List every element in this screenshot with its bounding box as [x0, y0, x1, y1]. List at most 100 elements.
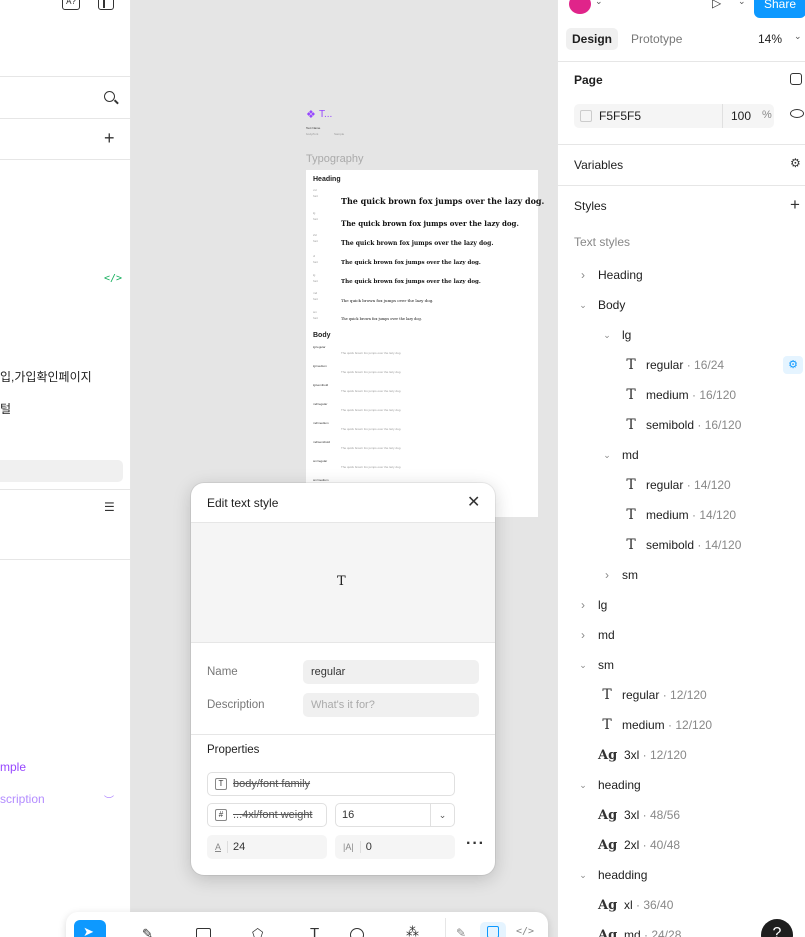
page-opacity[interactable]: 100: [731, 109, 751, 123]
layer-item-korean-2[interactable]: 털: [0, 400, 11, 417]
text-style-name: regular: [646, 358, 684, 372]
text-style-name: semibold: [646, 418, 695, 432]
frame-title[interactable]: T...: [319, 109, 332, 120]
text-tool-icon[interactable]: T: [310, 925, 319, 937]
text-style-name: 3xl: [624, 808, 640, 822]
comment-tool-icon[interactable]: [350, 928, 364, 937]
style-group-row[interactable]: › md: [558, 620, 805, 650]
panel-toggle-icon[interactable]: [98, 0, 114, 10]
zoom-chevron-icon[interactable]: ⌄: [794, 31, 802, 42]
font-icon[interactable]: A?: [62, 0, 80, 10]
text-style-t-icon: T: [602, 687, 612, 703]
selected-layer-row[interactable]: [0, 460, 123, 482]
avatar[interactable]: [569, 0, 591, 14]
text-style-row[interactable]: Ag 3xl · 12/120: [558, 740, 805, 770]
page-options-icon[interactable]: [790, 73, 802, 85]
style-group-row[interactable]: › sm: [558, 560, 805, 590]
link-description[interactable]: scription: [0, 792, 45, 806]
style-group-row[interactable]: ⌄ lg: [558, 320, 805, 350]
font-size-field[interactable]: 16 ⌄: [335, 803, 455, 827]
chevron-right-icon[interactable]: ›: [576, 268, 590, 282]
avatar-chevron-icon[interactable]: ⌄: [595, 0, 603, 7]
components-icon[interactable]: ⁂: [406, 924, 419, 937]
sample-h7: The quick brown fox jumps over the lazy …: [341, 317, 422, 321]
text-style-row[interactable]: Ag 2xl · 40/48: [558, 830, 805, 860]
layer-item-korean-1[interactable]: 입,가입확인페이지: [0, 368, 92, 385]
text-style-row[interactable]: Tsemibold · 14/120: [558, 530, 805, 560]
eye-icon[interactable]: [790, 109, 804, 118]
text-style-meta: · 12/120: [659, 688, 707, 702]
add-style-icon[interactable]: +: [790, 195, 800, 215]
text-style-name: 3xl: [624, 748, 640, 762]
present-icon[interactable]: ▷: [712, 0, 721, 10]
style-group-row[interactable]: ⌄ Body: [558, 290, 805, 320]
present-chevron-icon[interactable]: ⌄: [738, 0, 746, 7]
search-icon-handle: [114, 99, 119, 105]
text-style-row[interactable]: Tmedium · 16/120: [558, 380, 805, 410]
style-group-label: md: [598, 628, 615, 642]
font-family-field[interactable]: T body/font family: [207, 772, 455, 796]
typography-artboard[interactable]: Heading The quick brown fox jumps over t…: [306, 170, 544, 517]
font-weight-field[interactable]: # ...4xl/font weight: [207, 803, 327, 827]
share-button[interactable]: Share: [754, 0, 805, 18]
text-style-ag-icon: Ag: [598, 837, 618, 853]
list-filter-icon[interactable]: ☰: [104, 500, 115, 514]
shape-tool-icon[interactable]: ⬠: [252, 926, 263, 937]
description-input[interactable]: What's it for?: [303, 693, 479, 717]
line-height-field[interactable]: A 24: [207, 835, 327, 859]
page-color-hex[interactable]: F5F5F5: [599, 109, 641, 123]
dev-mode-icon[interactable]: </>: [516, 926, 534, 937]
text-style-name: medium: [646, 508, 689, 522]
color-swatch[interactable]: [580, 110, 592, 122]
chevron-right-icon[interactable]: ›: [576, 598, 590, 612]
text-style-ag-icon: Ag: [598, 807, 618, 823]
text-style-row[interactable]: Tregular · 14/120: [558, 470, 805, 500]
chevron-down-icon[interactable]: ⌄: [600, 330, 614, 341]
add-page-icon[interactable]: +: [104, 129, 115, 147]
link-example[interactable]: mple: [0, 760, 26, 774]
style-group-row[interactable]: ⌄ heading: [558, 770, 805, 800]
frame-label[interactable]: Typography: [306, 153, 363, 165]
text-style-meta: · 14/120: [694, 538, 742, 552]
chevron-down-icon[interactable]: ⌄: [576, 780, 590, 791]
code-icon[interactable]: </>: [104, 273, 122, 284]
name-input[interactable]: regular: [303, 660, 479, 684]
tab-prototype[interactable]: Prototype: [631, 32, 682, 46]
draw-mode-icon[interactable]: ✎: [456, 926, 466, 937]
text-style-row[interactable]: Ag 3xl · 48/56: [558, 800, 805, 830]
style-group-row[interactable]: ⌄ md: [558, 440, 805, 470]
chevron-down-icon[interactable]: ⌄: [600, 450, 614, 461]
tab-design[interactable]: Design: [566, 28, 618, 50]
chevron-down-icon[interactable]: ⌄: [430, 804, 454, 826]
text-type-icon: T: [215, 778, 227, 790]
chevron-down-icon[interactable]: ⌄: [576, 300, 590, 311]
text-style-row[interactable]: Tregular · 16/24 ⚙: [558, 350, 805, 380]
edit-style-icon[interactable]: ⚙: [783, 356, 803, 374]
chevron-down-icon[interactable]: ⌄: [576, 870, 590, 881]
text-style-row[interactable]: Tsemibold · 16/120: [558, 410, 805, 440]
more-options-icon[interactable]: ···: [466, 835, 485, 853]
hidden-eye-icon[interactable]: ︶: [104, 792, 114, 807]
text-style-row[interactable]: Tregular · 12/120: [558, 680, 805, 710]
text-style-meta: · 14/120: [683, 478, 731, 492]
letter-spacing-field[interactable]: |A| 0: [335, 835, 455, 859]
close-icon[interactable]: ✕: [467, 492, 480, 512]
pen-tool-icon[interactable]: ✎: [142, 926, 153, 937]
sample-h5: The quick brown fox jumps over the lazy …: [341, 279, 481, 285]
text-style-row[interactable]: Ag xl · 36/40: [558, 890, 805, 920]
text-style-row[interactable]: Tmedium · 14/120: [558, 500, 805, 530]
style-group-label: sm: [622, 568, 638, 582]
style-group-row[interactable]: › Heading: [558, 260, 805, 290]
style-group-row[interactable]: › lg: [558, 590, 805, 620]
chevron-down-icon[interactable]: ⌄: [576, 660, 590, 671]
zoom-level[interactable]: 14%: [758, 32, 782, 46]
page-color-field[interactable]: F5F5F5 100 %: [574, 104, 774, 128]
chevron-right-icon[interactable]: ›: [600, 568, 614, 582]
variables-icon[interactable]: ⚙: [790, 156, 801, 170]
chevron-right-icon[interactable]: ›: [576, 628, 590, 642]
style-group-row[interactable]: ⌄ sm: [558, 650, 805, 680]
text-style-row[interactable]: Tmedium · 12/120: [558, 710, 805, 740]
text-style-meta: · 16/24: [683, 358, 725, 372]
style-group-row[interactable]: ⌄ headding: [558, 860, 805, 890]
frame-tool-icon[interactable]: [196, 928, 211, 937]
